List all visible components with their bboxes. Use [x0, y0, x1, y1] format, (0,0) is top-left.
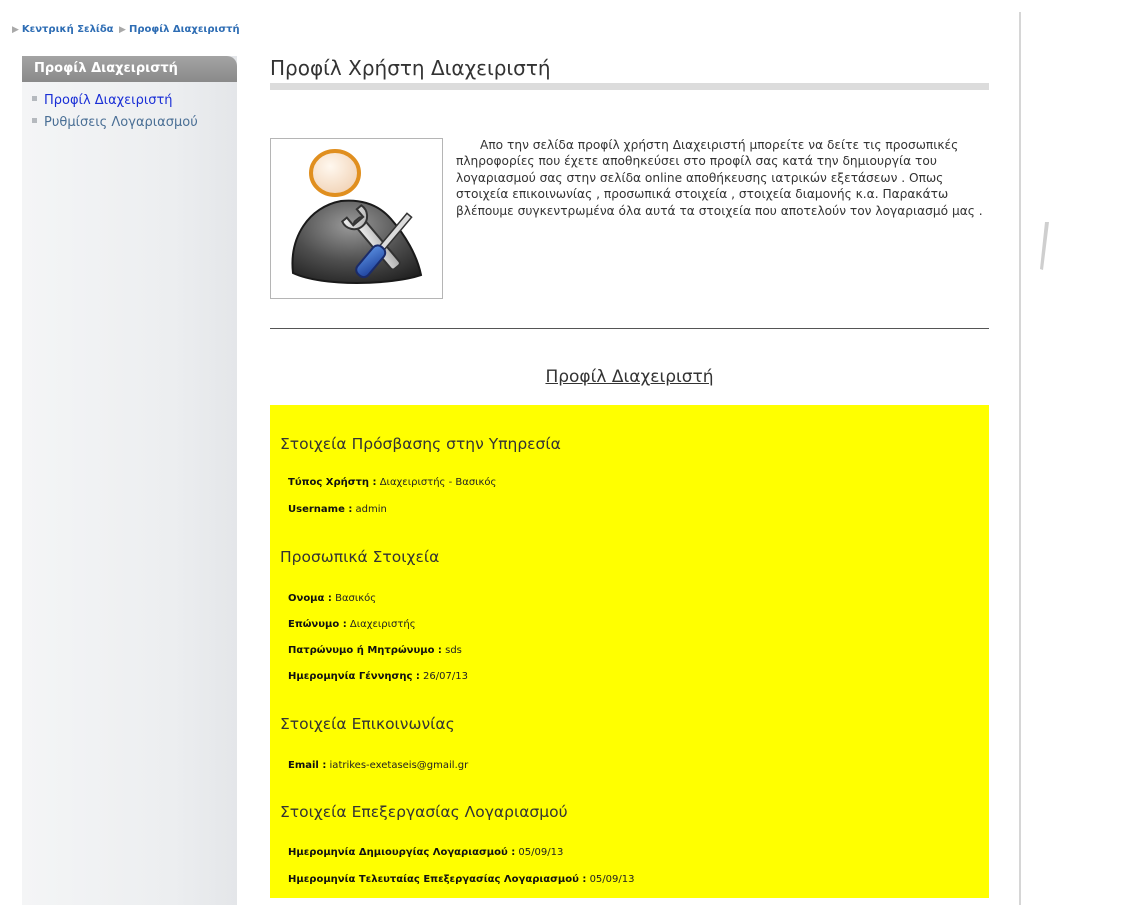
sidebar-item-account-settings[interactable]: Ρυθμίσεις Λογαριασμού: [32, 112, 237, 134]
field-value: Διαχειριστής - Βασικός: [379, 477, 497, 488]
section-title-contact: Στοιχεία Επικοινωνίας: [280, 715, 455, 733]
section-title-account: Στοιχεία Επεξεργασίας Λογαριασμού: [280, 803, 568, 821]
page: ▶ Κεντρική Σελίδα ▶ Προφίλ Διαχειριστή Προ…: [0, 0, 1125, 905]
field-label: Email :: [288, 760, 327, 771]
field-label: Ημερομηνία Δημιουργίας Λογαριασμού :: [288, 847, 516, 858]
field-value: Βασικός: [335, 593, 377, 604]
admin-avatar: [270, 138, 443, 299]
field-first-name: Ονομα : Βασικός: [288, 593, 376, 604]
sidebar: Προφίλ Διαχειριστή Προφίλ Διαχειριστή Ρυ…: [22, 56, 237, 905]
field-parent-name: Πατρώνυμο ή Μητρώνυμο : sds: [288, 645, 462, 656]
field-created-date: Ημερομηνία Δημιουργίας Λογαριασμού : 05/…: [288, 847, 563, 858]
sidebar-title: Προφίλ Διαχειριστή: [22, 56, 237, 82]
sidebar-item-label: Ρυθμίσεις Λογαριασμού: [44, 115, 198, 130]
section-title-access: Στοιχεία Πρόσβασης στην Υπηρεσία: [280, 435, 561, 453]
page-title: Προφίλ Χρήστη Διαχειριστή: [270, 56, 551, 80]
sidebar-item-admin-profile[interactable]: Προφίλ Διαχειριστή: [32, 90, 237, 112]
breadcrumb: ▶ Κεντρική Σελίδα ▶ Προφίλ Διαχειριστή: [12, 24, 242, 35]
section-divider: [270, 328, 989, 329]
sidebar-item-label: Προφίλ Διαχειριστή: [44, 93, 173, 108]
title-underline: [270, 83, 989, 90]
field-value: Διαχειριστής: [349, 619, 416, 630]
field-label: Πατρώνυμο ή Μητρώνυμο :: [288, 645, 442, 656]
square-bullet-icon: [32, 96, 37, 101]
field-label: Επώνυμο :: [288, 619, 347, 630]
field-last-name: Επώνυμο : Διαχειριστής: [288, 619, 416, 630]
admin-user-tools-icon: [291, 149, 423, 284]
content-right-border: [1019, 12, 1021, 905]
breadcrumb-current-link[interactable]: Προφίλ Διαχειριστή: [129, 24, 240, 35]
field-updated-date: Ημερομηνία Τελευταίας Επεξεργασίας Λογαρ…: [288, 874, 634, 885]
field-value: 26/07/13: [423, 671, 468, 682]
field-label: Ημερομηνία Γέννησης :: [288, 671, 420, 682]
field-value: 05/09/13: [589, 874, 635, 885]
section-title-personal: Προσωπικά Στοιχεία: [280, 548, 440, 566]
field-user-type: Τύπος Χρήστη : Διαχειριστής - Βασικός: [288, 477, 496, 488]
breadcrumb-arrow-icon: ▶: [12, 25, 19, 35]
field-label: Τύπος Χρήστη :: [288, 477, 377, 488]
intro-text: Απο την σελίδα προφίλ χρήστη Διαχειριστή…: [456, 138, 983, 218]
decorative-stroke: [1040, 222, 1049, 270]
field-value: 05/09/13: [518, 847, 564, 858]
field-value: sds: [445, 645, 462, 656]
breadcrumb-home-link[interactable]: Κεντρική Σελίδα: [22, 24, 114, 35]
profile-details-panel: Στοιχεία Πρόσβασης στην Υπηρεσία Τύπος Χ…: [270, 405, 989, 898]
field-birth-date: Ημερομηνία Γέννησης : 26/07/13: [288, 671, 468, 682]
sidebar-menu: Προφίλ Διαχειριστή Ρυθμίσεις Λογαριασμού: [22, 90, 237, 134]
breadcrumb-arrow-icon: ▶: [119, 25, 126, 35]
field-label: Username :: [288, 504, 353, 515]
field-value: admin: [355, 504, 387, 515]
profile-heading-link[interactable]: Προφίλ Διαχειριστή: [545, 367, 713, 387]
square-bullet-icon: [32, 118, 37, 123]
field-value: iatrikes-exetaseis@gmail.gr: [329, 760, 469, 771]
field-label: Ημερομηνία Τελευταίας Επεξεργασίας Λογαρ…: [288, 874, 587, 885]
field-username: Username : admin: [288, 504, 387, 515]
profile-heading: Προφίλ Διαχειριστή: [270, 367, 989, 387]
field-email: Email : iatrikes-exetaseis@gmail.gr: [288, 760, 468, 771]
field-label: Ονομα :: [288, 593, 332, 604]
